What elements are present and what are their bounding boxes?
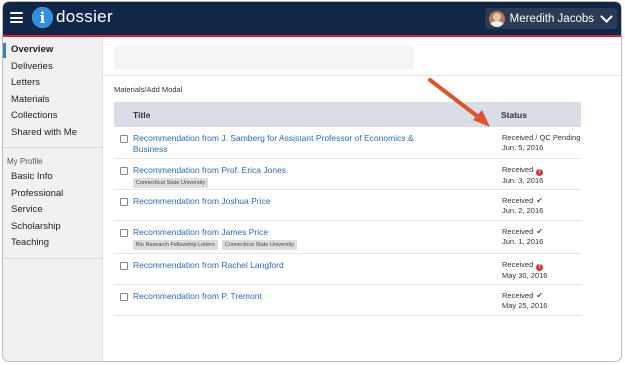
- row-title-link-wrap: Recommendation from J. Samberg for Assis…: [133, 133, 415, 155]
- checkmark-icon: ✔: [536, 227, 543, 236]
- sidebar-divider: [3, 147, 102, 148]
- status-date: Jun. 1, 2016: [502, 237, 544, 246]
- row-checkbox[interactable]: [120, 198, 128, 206]
- checkmark-icon: ✔: [536, 196, 543, 205]
- tag-badge: Connecticut State University: [221, 240, 297, 250]
- sidebar-item-letters[interactable]: Letters: [3, 75, 102, 92]
- sidebar-divider: [3, 257, 102, 259]
- table-header: Title Status: [114, 102, 581, 127]
- dossier-logo-icon: i: [32, 7, 53, 28]
- status-text: Received: [502, 227, 534, 236]
- table-row: Recommendation from Joshua Price Received…: [114, 190, 581, 221]
- row-status: Received ✔ May 25, 2016: [502, 291, 547, 311]
- placeholder-banner: [114, 46, 414, 70]
- sidebar-item-overview[interactable]: Overview: [3, 42, 102, 59]
- table-row: Recommendation from Rachel Langford Recei…: [114, 254, 581, 285]
- row-status: Received! May 30, 2016: [502, 260, 547, 281]
- table-body: Recommendation from J. Samberg for Assis…: [114, 127, 581, 316]
- user-menu-button[interactable]: Meredith Jacobs: [484, 8, 617, 29]
- chevron-down-icon: [600, 10, 613, 23]
- table-row: Recommendation from Prof. Erica Jones Con…: [114, 159, 581, 190]
- sidebar-item-scholarship[interactable]: Scholarship: [3, 219, 102, 236]
- alert-icon: !: [536, 264, 544, 271]
- sidebar-section-title: My Profile: [7, 157, 43, 166]
- sidebar-item-teaching[interactable]: Teaching: [3, 235, 102, 252]
- status-text: Received: [502, 165, 534, 174]
- app-logo-text: dossier: [56, 7, 113, 26]
- row-tags: Connecticut State University: [133, 178, 415, 188]
- row-status: Received ✔ Jun. 1, 2016: [502, 227, 543, 247]
- status-text: Received: [502, 196, 534, 205]
- table-row: Recommendation from J. Samberg for Assis…: [114, 127, 581, 159]
- sidebar-item-professional[interactable]: Professional: [3, 186, 102, 203]
- sidebar-item-basic-info[interactable]: Basic Info: [3, 169, 102, 186]
- sidebar-item-collections[interactable]: Collections: [3, 108, 102, 125]
- row-checkbox[interactable]: [120, 167, 128, 175]
- sidebar-item-materials[interactable]: Materials: [3, 92, 102, 109]
- status-date: Jun. 2, 2016: [502, 206, 544, 215]
- row-title-link[interactable]: Recommendation from Joshua Price: [133, 196, 270, 206]
- row-title-link-wrap: Recommendation from P. Tremont: [133, 291, 415, 302]
- top-bar: i dossier Meredith Jacobs: [3, 2, 621, 37]
- sidebar-item-shared-with-me[interactable]: Shared with Me: [3, 125, 102, 142]
- checkmark-icon: ✔: [536, 291, 543, 300]
- row-title-link[interactable]: Recommendation from Prof. Erica Jones: [133, 165, 286, 175]
- row-checkbox[interactable]: [120, 135, 128, 143]
- row-status: Received ✔ Jun. 2, 2016: [502, 196, 543, 216]
- breadcrumb: Materials/Add Modal: [114, 85, 183, 94]
- status-text: Received / QC Pending: [502, 133, 581, 142]
- table-row: Recommendation from P. Tremont Received ✔ M…: [114, 285, 581, 316]
- menu-icon[interactable]: [10, 12, 23, 23]
- row-title-link-wrap: Recommendation from James Price Bio Resea…: [133, 227, 415, 250]
- row-title-link[interactable]: Recommendation from Rachel Langford: [133, 260, 284, 270]
- row-status: Received / QC Pending Jun. 5, 2016: [502, 133, 580, 153]
- sidebar-item-deliveries[interactable]: Deliveries: [3, 59, 102, 76]
- main-content: Materials/Add Modal Title Status Recomme…: [103, 37, 621, 361]
- row-title-link[interactable]: Recommendation from P. Tremont: [133, 291, 262, 301]
- row-title-link[interactable]: Recommendation from J. Samberg for Assis…: [133, 133, 414, 154]
- row-title-link[interactable]: Recommendation from James Price: [133, 227, 268, 237]
- row-checkbox[interactable]: [120, 262, 128, 270]
- row-title-link-wrap: Recommendation from Prof. Erica Jones Con…: [133, 165, 415, 188]
- status-date: May 30, 2016: [502, 271, 548, 280]
- materials-table: Title Status Recommendation from J. Samb…: [114, 102, 581, 316]
- user-name: Meredith Jacobs: [509, 12, 594, 25]
- sidebar-item-service[interactable]: Service: [3, 202, 102, 219]
- column-header-status: Status: [501, 109, 527, 120]
- sidebar: Overview Deliveries Letters Materials Co…: [3, 37, 103, 361]
- row-title-link-wrap: Recommendation from Rachel Langford: [133, 260, 415, 271]
- avatar: [488, 10, 505, 27]
- row-status: Received! Jun. 3, 2016: [502, 165, 543, 186]
- status-date: Jun. 3, 2016: [502, 176, 544, 185]
- divider: [103, 75, 621, 76]
- status-date: May 25, 2016: [502, 301, 548, 310]
- column-header-title: Title: [133, 109, 151, 120]
- row-tags: Bio Research Fellowship Letters Connectic…: [133, 240, 415, 250]
- tag-badge: Connecticut State University: [133, 178, 209, 188]
- status-text: Received: [502, 260, 534, 269]
- row-checkbox[interactable]: [120, 293, 128, 301]
- app-window: i dossier Meredith Jacobs Overview Deliv…: [2, 1, 622, 362]
- tag-badge: Bio Research Fellowship Letters: [133, 240, 218, 250]
- table-row: Recommendation from James Price Bio Resea…: [114, 221, 581, 254]
- alert-icon: !: [536, 169, 544, 176]
- status-date: Jun. 5, 2016: [502, 143, 544, 152]
- status-text: Received: [502, 291, 534, 300]
- row-title-link-wrap: Recommendation from Joshua Price: [133, 196, 415, 207]
- row-checkbox[interactable]: [120, 229, 128, 237]
